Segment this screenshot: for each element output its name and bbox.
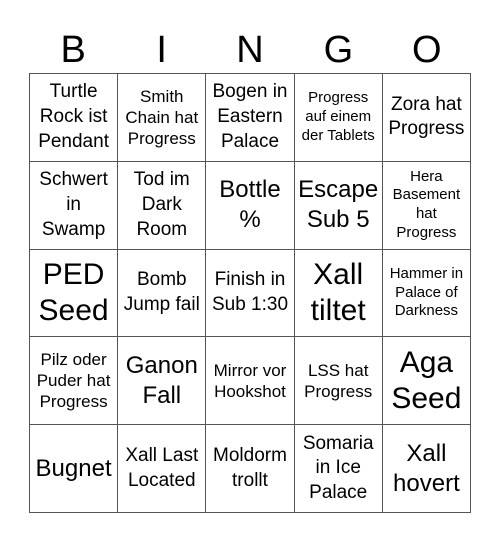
cell-text: Escape Sub 5 — [298, 176, 379, 234]
bingo-cell[interactable]: Hammer in Palace of Darkness — [382, 249, 471, 338]
bingo-cell[interactable]: Bogen in Eastern Palace — [206, 74, 295, 162]
bingo-cell[interactable]: Turtle Rock ist Pendant — [30, 74, 119, 162]
header-letter-o: O — [412, 29, 442, 71]
cell-text: PED Seed — [38, 257, 109, 327]
cell-text: Turtle Rock ist Pendant — [38, 81, 109, 152]
bingo-cell[interactable]: Ganon Fall — [118, 337, 207, 426]
bingo-cell[interactable]: PED Seed — [30, 249, 119, 338]
bingo-cell[interactable]: Somaria in Ice Palace — [294, 425, 383, 513]
bingo-cell[interactable]: Xall hovert — [382, 425, 471, 513]
cell-text: Bottle % — [219, 176, 281, 234]
cell-text: Ganon Fall — [125, 351, 198, 409]
cell-text: Moldorm trollt — [213, 444, 287, 491]
bingo-cell[interactable]: Aga Seed — [382, 337, 471, 426]
cell-text: Pilz oder Puder hat Progress — [36, 349, 111, 412]
bingo-cell[interactable]: Hera Basement hat Progress — [382, 161, 471, 250]
header-letter-i: I — [156, 29, 167, 71]
bingo-cell[interactable]: Xall Last Located — [118, 425, 207, 513]
cell-text: Aga Seed — [391, 345, 462, 415]
cell-text: Tod im Dark Room — [133, 169, 190, 240]
bingo-cell[interactable]: Bottle % — [206, 161, 295, 250]
cell-text: Bomb Jump fail — [123, 269, 200, 315]
cell-text: Finish in Sub 1:30 — [211, 269, 289, 315]
bingo-cell[interactable]: Smith Chain hat Progress — [118, 74, 207, 162]
header-letter-b: B — [60, 29, 86, 71]
cell-text: Mirror vor Hookshot — [213, 360, 287, 401]
header-letter-n: N — [236, 29, 264, 71]
bingo-cell[interactable]: Bomb Jump fail — [118, 249, 207, 338]
cell-text: Hera Basement hat Progress — [392, 167, 461, 241]
header-letter-g: G — [323, 29, 354, 71]
cell-text: Xall tiltet — [310, 257, 366, 327]
cell-text: Xall Last Located — [125, 444, 199, 491]
bingo-cell[interactable]: LSS hat Progress — [294, 337, 383, 426]
cell-text: Schwert in Swamp — [39, 169, 108, 240]
cell-text: LSS hat Progress — [304, 360, 373, 401]
bingo-cell[interactable]: Tod im Dark Room — [118, 161, 207, 250]
cell-text: Somaria in Ice Palace — [302, 432, 374, 503]
bingo-cell[interactable]: Mirror vor Hookshot — [206, 337, 295, 426]
bingo-grid: Turtle Rock ist Pendant Smith Chain hat … — [29, 73, 471, 513]
bingo-cell[interactable]: Xall tiltet — [294, 249, 383, 338]
cell-text: Hammer in Palace of Darkness — [389, 264, 464, 320]
cell-text: Smith Chain hat Progress — [125, 86, 199, 149]
bingo-cell[interactable]: Moldorm trollt — [206, 425, 295, 513]
cell-text: Xall hovert — [393, 439, 460, 497]
bingo-cell[interactable]: Bugnet — [30, 425, 119, 513]
bingo-cell[interactable]: Pilz oder Puder hat Progress — [30, 337, 119, 426]
bingo-cell[interactable]: Progress auf einem der Tablets — [294, 74, 383, 162]
bingo-cell[interactable]: Schwert in Swamp — [30, 161, 119, 250]
bingo-cell[interactable]: Finish in Sub 1:30 — [206, 249, 295, 338]
bingo-cell[interactable]: Zora hat Progress — [382, 74, 471, 162]
cell-text: Zora hat Progress — [388, 93, 465, 140]
cell-text: Progress auf einem der Tablets — [301, 89, 375, 144]
bingo-header: B I N G O — [29, 28, 471, 73]
cell-text: Bogen in Eastern Palace — [212, 81, 288, 152]
bingo-cell[interactable]: Escape Sub 5 — [294, 161, 383, 250]
cell-text: Bugnet — [35, 454, 112, 482]
